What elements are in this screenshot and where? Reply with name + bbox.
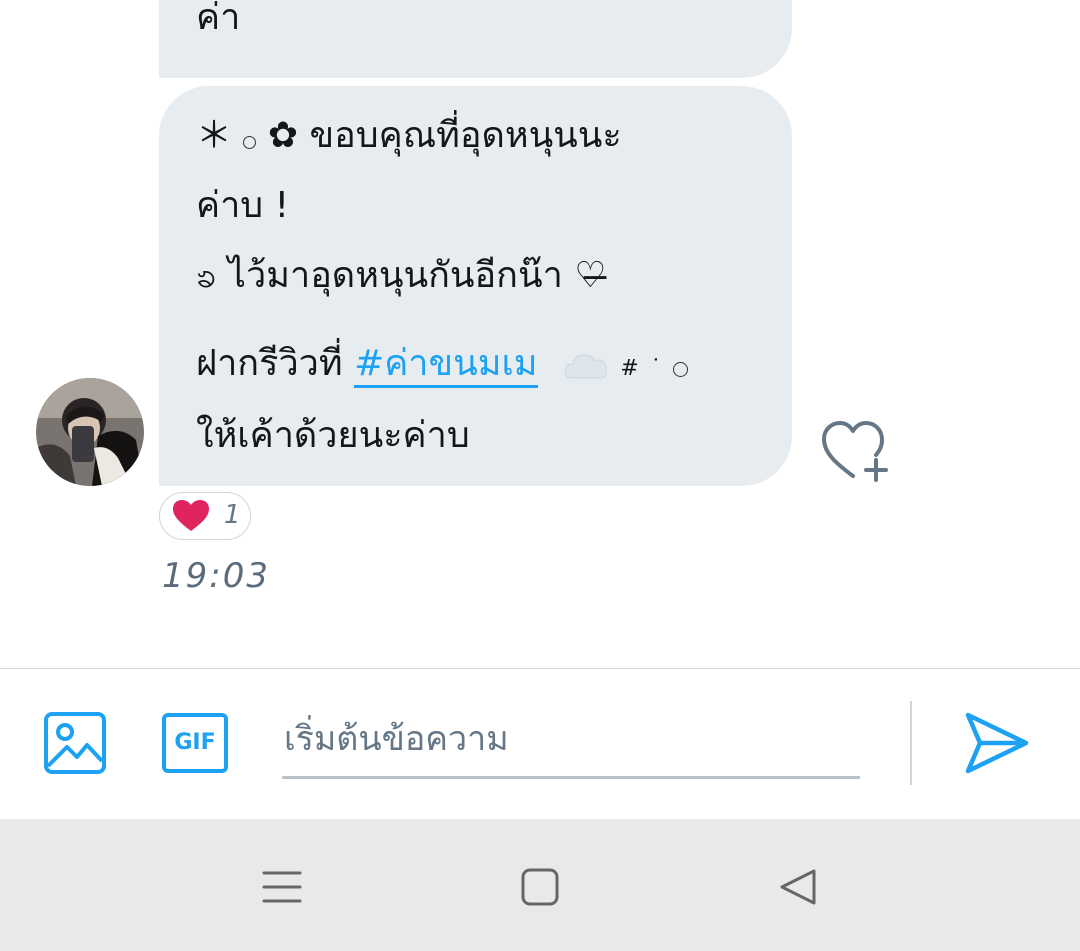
message-timestamp: 19:03 [162, 556, 270, 596]
gif-button[interactable]: GIF [162, 713, 228, 773]
message-input[interactable] [282, 701, 860, 779]
message-text-3: ไว้มาอุดหนุนกันอีกน๊า [227, 255, 563, 296]
message-bubble[interactable]: ＊ ✿ ขอบคุณที่อุดหนุนนะ ค่าบ ! ၶ ไว้มาอุด… [159, 86, 792, 486]
message-line-3: ၶ ไว้มาอุดหนุนกันอีกน๊า ♡̶ [196, 254, 607, 297]
hash-glyph: # [620, 356, 639, 381]
menu-icon[interactable] [258, 863, 306, 911]
previous-message-text: ค่า [196, 0, 241, 38]
reaction-badge[interactable]: 1 [159, 492, 251, 540]
composer-divider [910, 701, 912, 785]
small-circle-glyph [243, 136, 257, 149]
message-text-1: ขอบคุณที่อุดหนุนนะ [309, 115, 622, 156]
message-line-1: ＊ ✿ ขอบคุณที่อุดหนุนนะ [196, 114, 622, 157]
crossed-heart-glyph: ♡̶ [574, 255, 607, 296]
previous-message-bubble[interactable]: ค่า [159, 0, 792, 78]
avatar-image [36, 378, 144, 486]
home-square-icon[interactable] [516, 863, 564, 911]
cloud-icon [564, 354, 607, 379]
conversation-area: ค่า ＊ ✿ ขอบคุณที่อุดหนุนนะ ค่าบ ! ၶ ไว้ม… [0, 0, 1080, 668]
heart-emoji-icon [173, 500, 209, 531]
dot-glyph: ˙ [650, 356, 662, 381]
message-line-5: ให้เค้าด้วยนะค่าบ [196, 415, 470, 456]
message-composer: GIF [0, 668, 1080, 819]
reaction-count: 1 [224, 500, 241, 530]
message-text-4: ฝากรีวิวที่ [196, 343, 343, 384]
hashtag-link[interactable]: #ค่าขนมเม [354, 343, 538, 388]
ribbon-glyph: ၶ [196, 255, 217, 296]
asterisk-glyph: ＊ [196, 115, 233, 156]
avatar[interactable] [36, 378, 144, 486]
back-triangle-icon[interactable] [774, 863, 822, 911]
circle-glyph [672, 362, 688, 377]
message-line-2: ค่าบ ! [196, 185, 290, 226]
message-line-4: ฝากรีวิวที่ #ค่าขนมเม # ˙ [196, 342, 688, 388]
flower-glyph: ✿ [267, 115, 299, 156]
system-navigation-bar [0, 819, 1080, 951]
add-photo-icon[interactable] [43, 711, 107, 775]
send-icon[interactable] [960, 707, 1032, 779]
add-reaction-heart-icon[interactable] [820, 420, 892, 484]
